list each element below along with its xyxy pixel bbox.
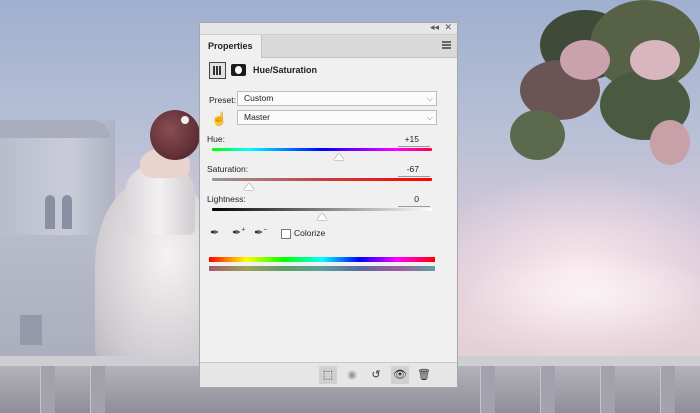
saturation-value-underline (398, 176, 430, 177)
eyedropper-icon[interactable]: ✒ (210, 226, 219, 239)
wall-window (20, 315, 42, 345)
panel-menu-icon[interactable] (442, 41, 451, 49)
saturation-value[interactable]: -67 (389, 164, 419, 174)
blossoms (630, 40, 680, 80)
tower-window (45, 195, 55, 229)
lightness-slider-track[interactable] (212, 208, 432, 211)
hue-value[interactable]: +15 (389, 134, 419, 144)
tower-window (62, 195, 72, 229)
layer-mask-icon[interactable] (231, 64, 246, 76)
lightness-value-underline (398, 206, 430, 207)
delete-icon[interactable]: 🗑 (415, 366, 433, 384)
input-color-bar (209, 257, 435, 262)
visibility-icon[interactable]: 👁 (391, 366, 409, 384)
baluster (660, 366, 675, 413)
baluster (90, 366, 105, 413)
hue-saturation-adjustment-icon[interactable] (209, 62, 226, 79)
foliage (510, 110, 565, 160)
hue-value-underline (398, 146, 430, 147)
princess-hair (150, 110, 200, 160)
preset-select[interactable]: Custom ⌵ (237, 91, 437, 106)
panel-titlebar[interactable]: ◂◂ ✕ (200, 22, 457, 35)
lightness-slider-thumb[interactable] (317, 213, 327, 220)
collapse-icon[interactable]: ◂◂ (430, 22, 439, 33)
hand-tool-icon[interactable]: ☝ (211, 111, 227, 127)
tab-properties[interactable]: Properties (200, 35, 262, 58)
saturation-slider-thumb[interactable] (244, 183, 254, 190)
hue-slider-thumb[interactable] (334, 153, 344, 160)
baluster (540, 366, 555, 413)
hue-slider-track[interactable] (212, 148, 432, 151)
preset-value: Custom (244, 93, 274, 103)
eyedropper-plus-icon[interactable]: ✒+ (232, 226, 245, 239)
view-previous-state-icon[interactable]: ◉ (343, 366, 361, 384)
lightness-value[interactable]: 0 (389, 194, 419, 204)
saturation-slider-track[interactable] (212, 178, 432, 181)
panel-bottom-toolbar: ⬚ ◉ ↺ 👁 🗑 (200, 362, 457, 387)
preset-label: Preset: (209, 95, 236, 105)
reset-icon[interactable]: ↺ (367, 366, 385, 384)
tower-roof (0, 120, 110, 138)
blossoms (560, 40, 610, 80)
colorize-checkbox[interactable] (281, 229, 291, 239)
adjustment-title: Hue/Saturation (253, 65, 318, 75)
output-color-bar (209, 266, 435, 271)
close-icon[interactable]: ✕ (444, 22, 452, 33)
clip-to-layer-icon[interactable]: ⬚ (319, 366, 337, 384)
colorize-label: Colorize (294, 228, 326, 238)
baluster (480, 366, 495, 413)
saturation-label: Saturation: (207, 164, 249, 174)
panel-tab-row: Properties (200, 35, 457, 58)
chevron-down-icon: ⌵ (426, 94, 433, 103)
blossoms (650, 120, 690, 165)
blossom-tree (500, 0, 700, 190)
eyedropper-minus-icon[interactable]: ✒− (254, 226, 267, 239)
properties-panel: ◂◂ ✕ Properties Hue/Saturation Preset: C… (199, 22, 458, 388)
channel-select[interactable]: Master ⌵ (237, 110, 437, 125)
baluster (40, 366, 55, 413)
baluster (600, 366, 615, 413)
adjustment-header: Hue/Saturation (200, 61, 457, 83)
lightness-label: Lightness: (207, 194, 246, 204)
hair-ornament (181, 116, 189, 124)
channel-value: Master (244, 112, 270, 122)
hue-label: Hue: (207, 134, 225, 144)
chevron-down-icon: ⌵ (426, 113, 433, 122)
